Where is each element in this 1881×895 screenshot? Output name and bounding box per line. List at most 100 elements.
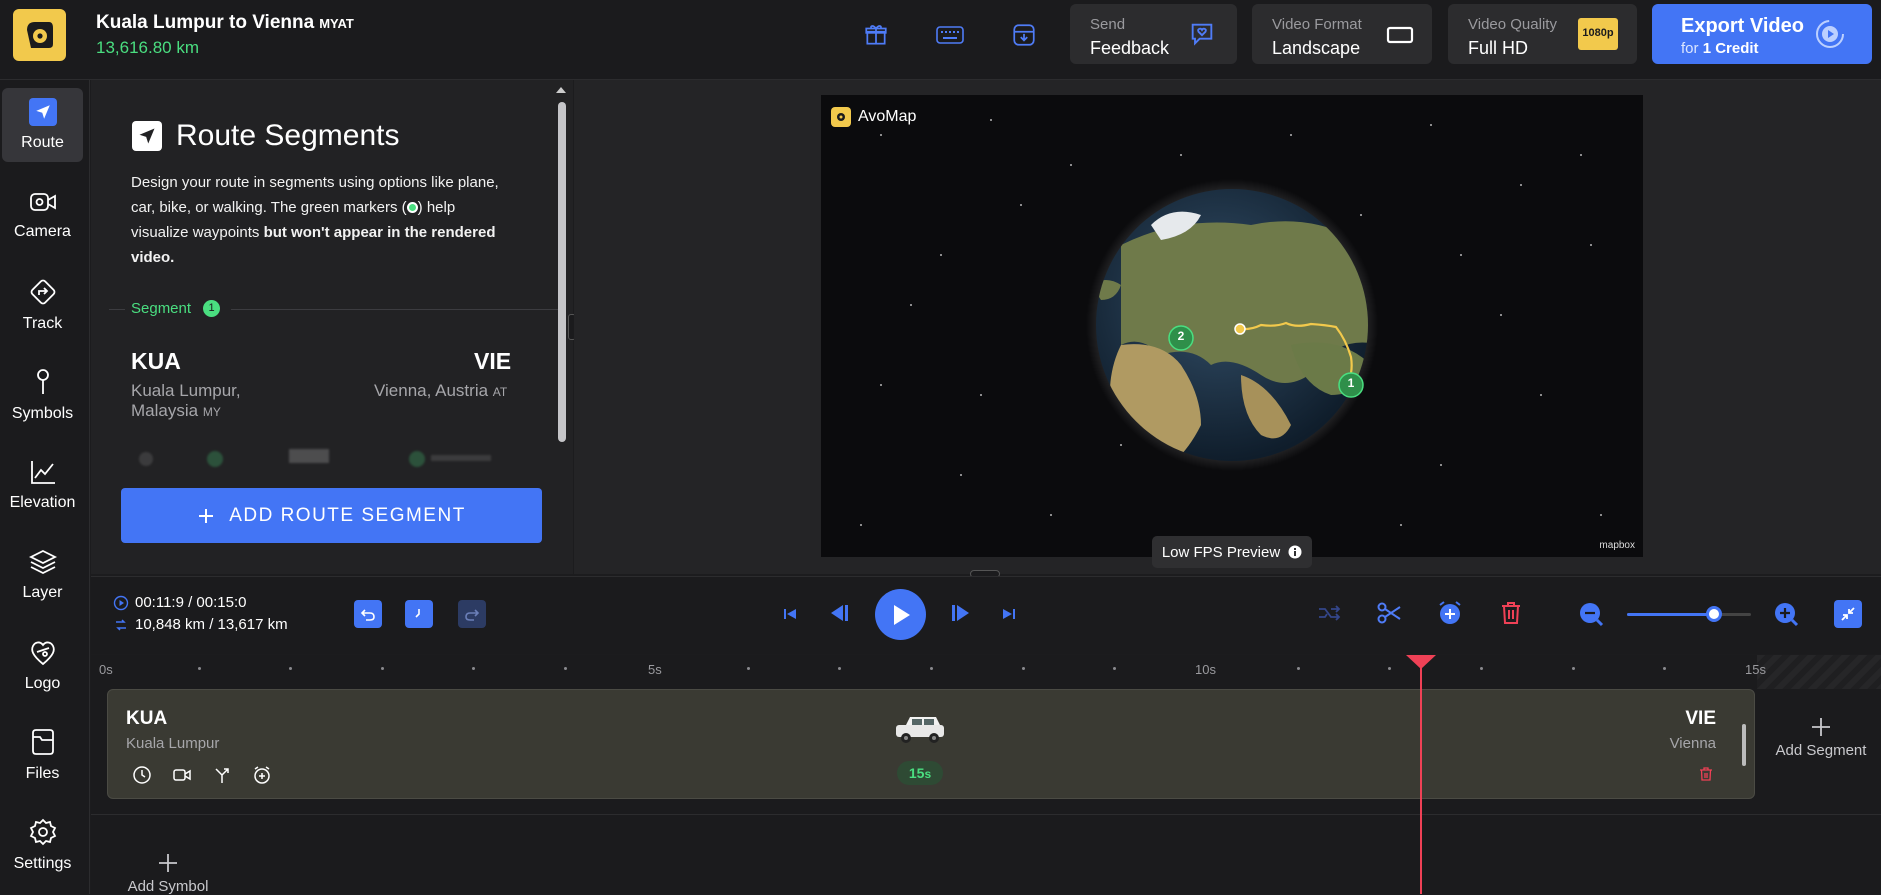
add-segment-button[interactable]: Add Segment: [1771, 716, 1871, 759]
project-title-suffix: MYAT: [319, 16, 354, 31]
zoom-slider[interactable]: [1627, 606, 1751, 622]
sidebar-item-track[interactable]: Track: [2, 268, 83, 342]
track-divider: [91, 814, 1881, 815]
export-title: Export Video: [1681, 15, 1804, 37]
zoom-out-icon: [1580, 603, 1604, 627]
playhead[interactable]: [1420, 662, 1422, 894]
plus-icon: [159, 854, 177, 872]
add-route-segment-button[interactable]: ADD ROUTE SEGMENT: [121, 488, 542, 543]
scissors-icon: [1377, 602, 1401, 624]
files-icon: [31, 729, 54, 755]
low-fps-preview-badge[interactable]: Low FPS Preview: [1152, 536, 1312, 568]
skip-to-end-button[interactable]: [998, 601, 1020, 627]
heart-chat-icon: [1188, 20, 1216, 48]
delete-segment-button[interactable]: [1698, 766, 1714, 782]
route-loop-icon: [116, 618, 126, 631]
track-destination-code: VIE: [1685, 708, 1716, 729]
camera-icon: [29, 193, 56, 211]
export-video-button[interactable]: Export Video for 1 Credit: [1652, 4, 1872, 64]
zoom-in-icon: [1775, 603, 1799, 627]
logo-icon: [30, 641, 55, 666]
route-split-icon[interactable]: [212, 765, 232, 785]
track-origin-place: Kuala Lumpur: [126, 735, 220, 752]
route-segments-title: Route Segments: [176, 119, 400, 152]
clock-icon[interactable]: [132, 765, 152, 785]
redo-button[interactable]: [458, 600, 486, 628]
history-button[interactable]: [405, 600, 433, 628]
app-logo[interactable]: [13, 9, 66, 61]
add-alarm-button[interactable]: [1435, 598, 1465, 628]
globe-render: [860, 119, 1602, 526]
sidebar-item-logo[interactable]: Logo: [2, 628, 83, 702]
sidebar-item-camera[interactable]: Camera: [2, 178, 83, 252]
sidebar-item-label: Route: [21, 134, 64, 151]
segment-header: Segment 1: [109, 298, 563, 317]
download-icon[interactable]: [1006, 20, 1042, 50]
step-forward-button[interactable]: [948, 599, 974, 627]
add-symbol-button[interactable]: Add Symbol: [118, 852, 218, 895]
split-disabled-button[interactable]: [1314, 599, 1344, 627]
segment-duration-badge[interactable]: 15s: [897, 761, 943, 785]
navigation-arrow-icon: [132, 121, 162, 151]
mapbox-attribution[interactable]: mapbox: [1599, 540, 1635, 551]
video-format-button[interactable]: Video Format Landscape: [1252, 4, 1432, 64]
ruler-label-5s: 5s: [648, 662, 662, 677]
gear-icon: [29, 818, 56, 846]
alarm-add-icon[interactable]: [252, 765, 272, 785]
project-title[interactable]: Kuala Lumpur to Vienna MYAT: [96, 12, 354, 34]
ruler-tick: [1571, 667, 1575, 670]
zoom-out-button[interactable]: [1577, 600, 1605, 628]
track-destination-place: Vienna: [1669, 735, 1716, 752]
delete-button[interactable]: [1497, 598, 1525, 628]
segment-resize-handle[interactable]: [1742, 724, 1746, 766]
scroll-up-icon: [556, 87, 566, 93]
segment-label: Segment: [131, 300, 196, 317]
ruler-label-10s: 10s: [1195, 662, 1216, 677]
sidebar-item-settings[interactable]: Settings: [2, 808, 83, 882]
origin-place[interactable]: Kuala Lumpur, Malaysia MY: [131, 381, 241, 422]
feedback-label: Send: [1090, 16, 1126, 33]
landscape-icon: [1386, 26, 1414, 44]
distance-readout: 10,848 km / 13,617 km: [113, 616, 288, 633]
zoom-in-button[interactable]: [1772, 600, 1800, 628]
play-button[interactable]: [875, 589, 926, 640]
trash-icon: [1700, 767, 1712, 781]
video-format-label: Video Format: [1272, 16, 1362, 33]
waypoint-marker-2[interactable]: 2: [1172, 329, 1190, 343]
trash-icon: [1502, 602, 1520, 624]
sidebar-item-label: Files: [25, 765, 60, 782]
sidebar-item-symbols[interactable]: Symbols: [2, 358, 83, 432]
undo-button[interactable]: [354, 600, 382, 628]
collapse-timeline-button[interactable]: [1834, 600, 1862, 628]
step-back-button[interactable]: [826, 599, 852, 627]
segment-number-badge: 1: [203, 300, 220, 317]
ruler-tick: [197, 667, 201, 670]
sidebar-item-route[interactable]: Route: [2, 88, 83, 162]
step-forward-icon: [952, 605, 969, 621]
project-distance: 13,616.80 km: [96, 38, 200, 57]
cut-button[interactable]: [1374, 599, 1404, 627]
gift-icon[interactable]: [858, 20, 894, 50]
time-readout: 00:11:9 / 00:15:0: [113, 594, 246, 611]
plus-icon: [199, 508, 214, 523]
waypoint-marker-1[interactable]: 1: [1342, 376, 1360, 390]
map-preview-canvas[interactable]: 2 1 AvoMap mapbox: [821, 95, 1643, 557]
video-quality-button[interactable]: Video Quality Full HD 1080p: [1448, 4, 1637, 64]
green-marker-dot-icon: [406, 202, 418, 213]
avomap-logo-icon: [831, 107, 851, 127]
send-feedback-button[interactable]: Send Feedback: [1070, 4, 1237, 64]
pin-icon: [36, 369, 49, 394]
sidebar-item-layer[interactable]: Layer: [2, 538, 83, 612]
destination-place[interactable]: Vienna, Austria AT: [374, 381, 507, 402]
zoom-slider-knob[interactable]: [1705, 606, 1722, 622]
keyboard-icon[interactable]: [932, 20, 968, 50]
export-credits: for 1 Credit: [1681, 40, 1759, 57]
top-bar: Kuala Lumpur to Vienna MYAT 13,616.80 km …: [0, 0, 1881, 80]
camera-icon[interactable]: [172, 765, 192, 785]
sidebar-item-label: Settings: [13, 855, 72, 872]
skip-to-start-button[interactable]: [779, 601, 801, 627]
panel-scroll-thumb[interactable]: [558, 102, 566, 442]
destination-code: VIE: [474, 348, 512, 374]
sidebar-item-elevation[interactable]: Elevation: [2, 448, 83, 522]
sidebar-item-files[interactable]: Files: [2, 718, 83, 792]
